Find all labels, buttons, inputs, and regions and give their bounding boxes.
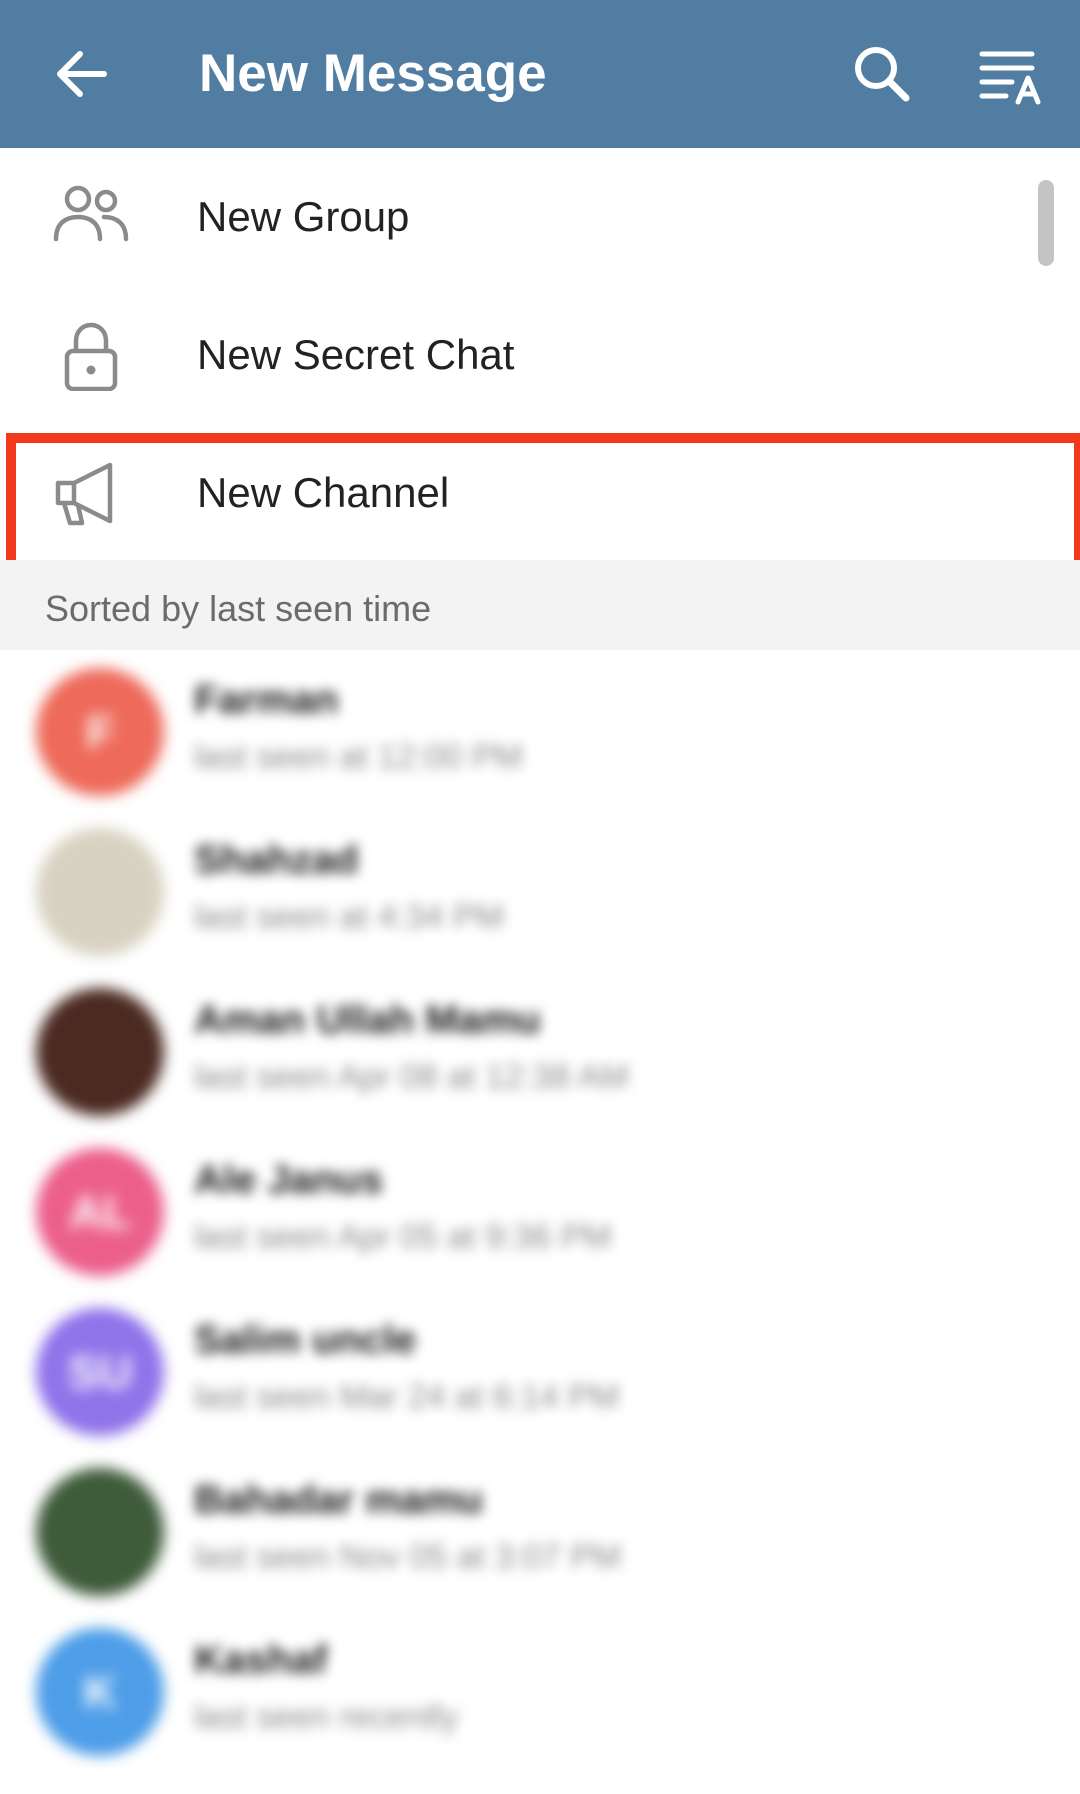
menu-item-new-channel[interactable]: New Channel xyxy=(0,424,1080,562)
contact-name: Bahadar mamu xyxy=(194,1478,483,1522)
contact-status: last seen at 12:00 PM xyxy=(194,738,523,776)
menu-item-label: New Channel xyxy=(197,469,450,516)
avatar xyxy=(36,988,164,1116)
contact-name: Aman Ullah Mamu xyxy=(194,998,541,1042)
contact-row[interactable]: SU Salim uncle last seen Mar 24 at 6:14 … xyxy=(0,1290,1080,1450)
avatar: F xyxy=(36,668,164,796)
contact-status: last seen recently xyxy=(194,1698,459,1736)
menu-item-label: New Secret Chat xyxy=(197,331,515,378)
avatar xyxy=(36,828,164,956)
menu-item-label: New Group xyxy=(197,193,410,240)
contact-name: Ale Janus xyxy=(194,1158,383,1202)
contact-row[interactable]: K Kashaf last seen recently xyxy=(0,1610,1080,1770)
search-icon[interactable] xyxy=(846,38,918,110)
avatar: K xyxy=(36,1628,164,1756)
contact-row[interactable]: Aman Ullah Mamu last seen Apr 08 at 12:3… xyxy=(0,970,1080,1130)
contact-row[interactable]: F Farman last seen at 12:00 PM xyxy=(0,650,1080,810)
contact-status: last seen Mar 24 at 6:14 PM xyxy=(194,1378,620,1416)
group-icon xyxy=(52,181,130,253)
app-bar: New Message xyxy=(0,0,1080,148)
avatar: SU xyxy=(36,1308,164,1436)
page-title: New Message xyxy=(199,44,547,103)
contact-name: Farman xyxy=(194,678,339,722)
contact-status: last seen Apr 08 at 12:38 AM xyxy=(194,1058,629,1096)
menu-item-new-secret-chat[interactable]: New Secret Chat xyxy=(0,286,1080,424)
avatar xyxy=(36,1468,164,1596)
contact-row[interactable]: Bahadar mamu last seen Nov 05 at 3:07 PM xyxy=(0,1450,1080,1610)
contact-status: last seen Nov 05 at 3:07 PM xyxy=(194,1538,622,1576)
avatar: AL xyxy=(36,1148,164,1276)
section-header-label: Sorted by last seen time xyxy=(45,588,432,629)
contact-name: Kashaf xyxy=(194,1638,328,1682)
contact-name: Salim uncle xyxy=(194,1318,417,1362)
contact-status: last seen at 4:34 PM xyxy=(194,898,504,936)
scrollbar[interactable] xyxy=(1038,180,1054,266)
lock-icon xyxy=(52,319,130,391)
contact-row[interactable]: AL Ale Janus last seen Apr 05 at 9:36 PM xyxy=(0,1130,1080,1290)
megaphone-icon xyxy=(52,457,130,529)
contact-list: F Farman last seen at 12:00 PM Shahzad l… xyxy=(0,650,1080,1770)
back-arrow-icon[interactable] xyxy=(46,38,118,110)
contact-row[interactable]: Shahzad last seen at 4:34 PM xyxy=(0,810,1080,970)
contact-name: Shahzad xyxy=(194,838,359,882)
section-header: Sorted by last seen time xyxy=(0,560,1080,650)
sort-icon[interactable] xyxy=(976,38,1048,110)
menu-item-new-group[interactable]: New Group xyxy=(0,148,1080,286)
contact-status: last seen Apr 05 at 9:36 PM xyxy=(194,1218,612,1256)
